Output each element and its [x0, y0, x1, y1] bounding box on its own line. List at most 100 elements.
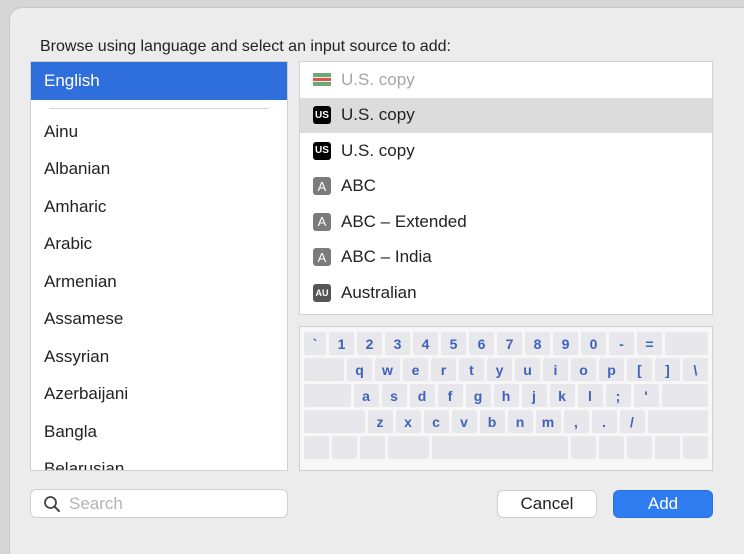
input-source-list[interactable]: U.S. copy US U.S. copy US U.S. copy A AB…: [299, 61, 713, 315]
keyboard-key: s: [381, 384, 407, 407]
search-icon: [44, 495, 60, 512]
keyboard-key-option-right: [599, 436, 624, 459]
a-badge-icon: A: [313, 177, 331, 196]
input-source-label: U.S. copy: [341, 140, 415, 160]
language-item[interactable]: Belarusian: [31, 450, 287, 470]
keyboard-key-return: [661, 384, 708, 407]
keyboard-key: 9: [553, 332, 578, 355]
keyboard-key: d: [409, 384, 435, 407]
input-source-label: ABC – Extended: [341, 211, 467, 231]
input-source-item[interactable]: A ABC – India: [300, 240, 712, 276]
keyboard-key-control: [332, 436, 357, 459]
input-source-item[interactable]: US U.S. copy: [300, 97, 712, 133]
keyboard-key: z: [367, 410, 393, 433]
flag-icon: [313, 73, 331, 87]
language-item[interactable]: Azerbaijani: [31, 375, 287, 413]
keyboard-key: 6: [469, 332, 494, 355]
keyboard-key: \: [683, 358, 708, 381]
language-item[interactable]: Albanian: [31, 150, 287, 188]
keyboard-row-space: [304, 436, 708, 459]
input-source-label: Australian: [341, 282, 417, 302]
keyboard-key: h: [493, 384, 519, 407]
keyboard-key: 7: [497, 332, 522, 355]
keyboard-key-fn: [304, 436, 329, 459]
keyboard-key: t: [459, 358, 484, 381]
input-source-item[interactable]: A ABC – Extended: [300, 204, 712, 240]
keyboard-key-command: [388, 436, 429, 459]
search-field[interactable]: [30, 489, 288, 518]
input-source-item[interactable]: U.S. copy: [300, 62, 712, 98]
keyboard-row-bottom: z x c v b n m , . /: [304, 410, 708, 433]
keyboard-key-command-right: [571, 436, 596, 459]
language-item[interactable]: Bangla: [31, 413, 287, 451]
language-list[interactable]: English Ainu Albanian Amharic Arabic Arm…: [30, 61, 288, 471]
keyboard-key: g: [465, 384, 491, 407]
language-item[interactable]: Assamese: [31, 300, 287, 338]
keyboard-key-shift-left: [304, 410, 365, 433]
keyboard-key-delete: [665, 332, 708, 355]
keyboard-key: [: [627, 358, 652, 381]
keyboard-key: b: [479, 410, 505, 433]
keyboard-key: ]: [655, 358, 680, 381]
keyboard-key: 1: [329, 332, 354, 355]
language-item[interactable]: Amharic: [31, 188, 287, 226]
keyboard-key: ;: [605, 384, 631, 407]
keyboard-key: w: [375, 358, 400, 381]
keyboard-key: 5: [441, 332, 466, 355]
input-source-item[interactable]: US U.S. copy: [300, 133, 712, 169]
keyboard-key: 4: [413, 332, 438, 355]
keyboard-key: u: [515, 358, 540, 381]
language-item-english[interactable]: English: [31, 62, 287, 100]
keyboard-key: y: [487, 358, 512, 381]
keyboard-key: n: [507, 410, 533, 433]
input-source-label: U.S. copy: [341, 105, 415, 125]
keyboard-key: x: [395, 410, 421, 433]
keyboard-key: f: [437, 384, 463, 407]
input-source-label: U.S. copy: [341, 69, 415, 89]
language-item[interactable]: Ainu: [31, 113, 287, 151]
search-input[interactable]: [69, 493, 269, 514]
keyboard-key: 3: [385, 332, 410, 355]
us-badge-icon: US: [313, 141, 331, 160]
keyboard-preview: ` 1 2 3 4 5 6 7 8 9 0 - = q w e r t y u …: [299, 326, 713, 471]
keyboard-key: m: [535, 410, 561, 433]
keyboard-key: q: [347, 358, 372, 381]
language-item[interactable]: Assyrian: [31, 338, 287, 376]
language-item[interactable]: Armenian: [31, 263, 287, 301]
dialog-heading: Browse using language and select an inpu…: [40, 38, 451, 55]
keyboard-key: 8: [525, 332, 550, 355]
input-source-item[interactable]: A ABC: [300, 169, 712, 205]
keyboard-key: .: [591, 410, 617, 433]
keyboard-key: -: [609, 332, 634, 355]
keyboard-key-shift-right: [647, 410, 708, 433]
keyboard-key: 0: [581, 332, 606, 355]
keyboard-key: `: [304, 332, 326, 355]
keyboard-key: /: [619, 410, 645, 433]
keyboard-key: p: [599, 358, 624, 381]
keyboard-key: a: [353, 384, 379, 407]
keyboard-key: k: [549, 384, 575, 407]
keyboard-key-caps: [304, 384, 351, 407]
keyboard-key: o: [571, 358, 596, 381]
keyboard-key-space: [432, 436, 568, 459]
input-source-label: ABC – India: [341, 247, 432, 267]
a-badge-icon: A: [313, 212, 331, 231]
a-badge-icon: A: [313, 248, 331, 267]
us-badge-icon: US: [313, 106, 331, 125]
language-list-divider: [49, 107, 269, 109]
keyboard-key-arrow-updown: [655, 436, 680, 459]
keyboard-key: j: [521, 384, 547, 407]
keyboard-key: r: [431, 358, 456, 381]
language-item[interactable]: Arabic: [31, 225, 287, 263]
keyboard-key: i: [543, 358, 568, 381]
keyboard-key: c: [423, 410, 449, 433]
cancel-button[interactable]: Cancel: [497, 490, 597, 518]
au-badge-icon: AU: [313, 283, 331, 302]
keyboard-key: v: [451, 410, 477, 433]
keyboard-key: ,: [563, 410, 589, 433]
keyboard-row-home: a s d f g h j k l ; ': [304, 384, 708, 407]
input-source-item[interactable]: AU Australian: [300, 275, 712, 311]
keyboard-key-arrow-left: [627, 436, 652, 459]
add-button[interactable]: Add: [613, 490, 713, 518]
keyboard-key-tab: [304, 358, 344, 381]
